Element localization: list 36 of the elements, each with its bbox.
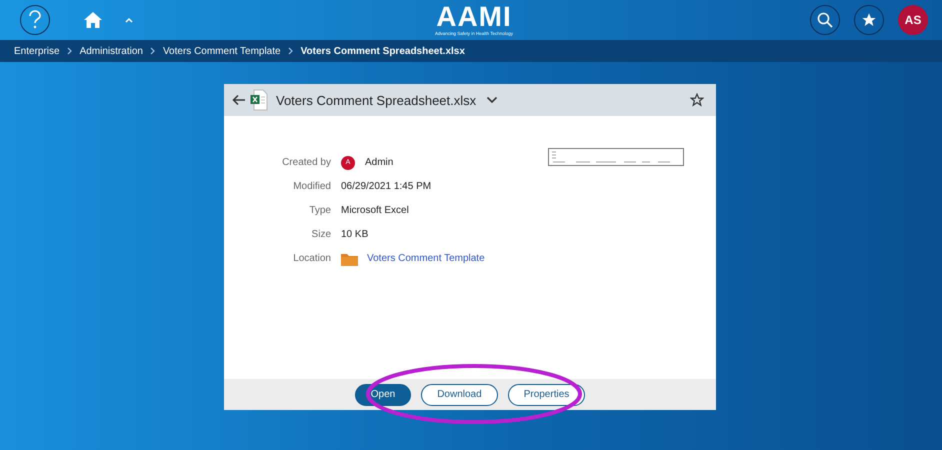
detail-label: Type xyxy=(308,204,331,218)
spreadsheet-file-icon xyxy=(250,89,268,111)
detail-value: Admin xyxy=(365,156,394,170)
back-arrow-icon[interactable] xyxy=(232,94,246,106)
search-icon xyxy=(817,12,833,28)
breadcrumb-link[interactable]: Voters Comment Template xyxy=(162,46,281,56)
chevron-right-icon xyxy=(288,47,294,55)
open-button[interactable]: Open xyxy=(354,384,412,406)
action-button[interactable]: Download xyxy=(421,384,498,406)
detail-value: 10 KB xyxy=(341,228,368,242)
search-button[interactable] xyxy=(810,5,840,35)
detail-label: Location xyxy=(292,252,331,266)
action-button[interactable]: Properties xyxy=(508,384,586,406)
chevron-up-icon[interactable] xyxy=(124,16,134,24)
location-link[interactable]: Voters Comment Template xyxy=(367,252,485,266)
detail-value: Microsoft Excel xyxy=(341,204,409,218)
file-title: Voters Comment Spreadsheet.xlsx xyxy=(276,92,476,108)
logo-text: AAMI xyxy=(436,3,512,31)
breadcrumb-link[interactable]: Enterprise xyxy=(14,46,60,56)
star-icon xyxy=(861,12,877,28)
chevron-down-icon[interactable] xyxy=(486,96,498,104)
help-button[interactable] xyxy=(20,5,50,35)
breadcrumb-link[interactable]: Administration xyxy=(80,46,143,56)
detail-label: Created by xyxy=(281,156,331,170)
home-icon[interactable] xyxy=(84,12,102,28)
chevron-right-icon xyxy=(66,47,73,55)
detail-label: Size xyxy=(310,228,331,242)
detail-value: 06/29/2021 1:45 PM xyxy=(341,180,432,194)
favorites-button[interactable] xyxy=(854,5,884,35)
star-icon[interactable] xyxy=(690,93,704,107)
question-icon xyxy=(26,10,44,30)
folder-icon xyxy=(341,252,358,266)
detail-label: Modified xyxy=(292,180,331,194)
chevron-right-icon xyxy=(150,47,156,55)
breadcrumb-link[interactable]: Voters Comment Spreadsheet.xlsx xyxy=(300,46,465,56)
user-avatar[interactable]: AS xyxy=(898,5,928,35)
